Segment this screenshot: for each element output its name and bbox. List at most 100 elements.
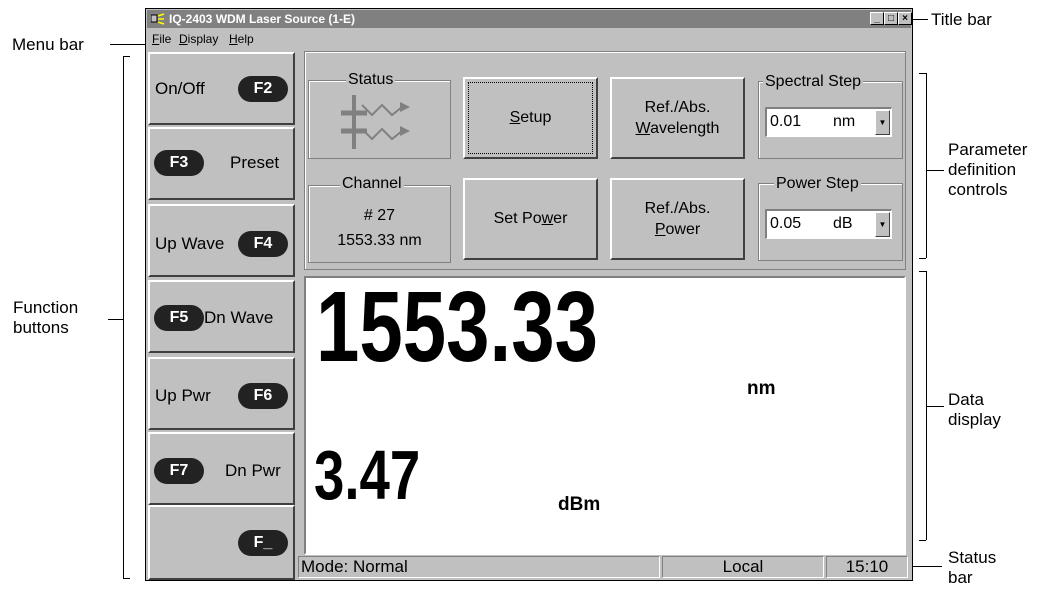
annotation-parameter-3: controls [948,180,1008,199]
f4-key-badge: F4 [238,231,288,257]
set-power-pre: Set Po [493,210,542,227]
annotation-data-1: Data [948,390,984,409]
annotation-line [926,406,944,407]
power-step-select[interactable]: 0.05 dB ▼ [765,209,892,239]
setup-mnemonic: S [509,109,521,126]
ref-abs-wavelength-button[interactable]: Ref./Abs. Wavelength [610,77,745,159]
wavelength-readout: 1553.33 [316,271,598,383]
annotation-bracket [123,56,130,57]
f2-key-badge: F2 [238,76,288,102]
f6-key-badge: F6 [238,383,288,409]
annotation-line [926,170,944,171]
chevron-down-icon[interactable]: ▼ [875,212,890,237]
power-step-value: 0.05 [770,215,802,232]
function-button-f6[interactable]: Up Pwr F6 [148,357,295,430]
function-label: On/Off [155,79,205,98]
menu-display[interactable]: Display [179,32,218,46]
menu-bar: File Display Help [147,29,911,49]
function-button-f3[interactable]: F3 Preset [148,127,295,200]
wavelength-mnemonic: W [635,120,651,137]
status-time: 15:10 [826,556,908,578]
menu-display-mnemonic: D [179,32,188,46]
set-power-button[interactable]: Set Power [463,178,598,260]
menu-display-rest: isplay [187,32,219,46]
function-label: Preset [230,153,280,172]
maximize-button[interactable]: □ [884,12,898,25]
power-step-label: Power Step [774,175,861,193]
status-mode: Mode: Normal [298,556,660,578]
ref-abs-power-button[interactable]: Ref./Abs. Power [610,178,745,260]
minimize-button[interactable]: _ [870,12,884,25]
annotation-data-2: display [948,410,1001,429]
f5-key-badge: F5 [154,305,204,331]
annotation-line [912,566,942,567]
annotation-status-1: Status [948,548,997,567]
app-icon [151,13,165,25]
spectral-step-select[interactable]: 0.01 nm ▼ [765,107,892,137]
function-label: Dn Wave [204,308,274,327]
f7-key-badge: F7 [154,458,204,484]
setup-label: Setup [465,108,596,128]
laser-output-icon [341,95,410,149]
setup-rest: etup [520,109,552,126]
set-power-rest: er [553,210,568,227]
function-label: Up Pwr [155,386,211,405]
channel-number: # 27 [363,207,396,224]
set-power-mnemonic: w [541,210,554,227]
menu-file[interactable]: File [152,32,171,46]
wavelength-label: Wavelength [612,119,743,139]
channel-wavelength: 1553.33 nm [337,232,422,249]
wavelength-unit: nm [747,378,776,399]
setup-button[interactable]: Setup [463,77,598,159]
function-button-f4[interactable]: Up Wave F4 [148,204,295,277]
function-label: Dn Pwr [225,461,281,480]
menu-file-rest: ile [159,32,172,46]
annotation-line [912,19,928,20]
ref-abs-label: Ref./Abs. [644,99,711,116]
power-label: Power [612,220,743,240]
maximize-icon: □ [887,13,895,24]
close-button[interactable]: × [898,12,912,25]
annotation-function-buttons-1: Function [13,298,79,317]
channel-label: Channel [340,175,404,193]
annotation-bracket [919,258,926,259]
annotation-parameter-1: Parameter [948,140,1028,159]
data-display: 1553.33 nm 3.47 dBm [304,272,906,555]
status-group-label: Status [346,71,396,89]
window-title: IQ-2403 WDM Laser Source (1-E) [169,12,356,26]
annotation-bracket [919,540,926,541]
spectral-step-label: Spectral Step [763,73,864,91]
power-step-unit: dB [833,215,853,232]
menu-help-mnemonic: H [229,32,238,46]
annotation-parameter-2: definition [948,160,1017,179]
menu-help[interactable]: Help [229,32,254,46]
minimize-icon: _ [874,13,880,24]
annotation-bracket [919,73,926,74]
power-mnemonic: P [654,221,666,238]
annotation-bracket [123,578,130,579]
menu-help-rest: elp [237,32,254,46]
function-button-f2[interactable]: On/Off F2 [148,52,295,125]
power-readout: 3.47 [314,436,421,514]
annotation-bracket [123,56,124,579]
f3-key-badge: F3 [154,150,204,176]
annotation-status-2: bar [948,568,973,587]
function-button-f5[interactable]: F5 Dn Wave [148,280,295,353]
power-unit: dBm [558,494,601,515]
app-window: IQ-2403 WDM Laser Source (1-E) _ □ × Fil… [145,8,913,581]
spectral-step-value: 0.01 [770,113,802,130]
title-bar[interactable]: IQ-2403 WDM Laser Source (1-E) _ □ × [147,10,912,28]
annotation-function-buttons-2: buttons [13,318,69,337]
annotation-line [110,44,146,45]
function-button-f7[interactable]: F7 Dn Pwr [148,432,295,505]
annotation-line [108,319,123,320]
set-power-label: Set Power [465,209,596,229]
f-blank-key-badge: F_ [238,530,288,556]
function-button-f-blank[interactable]: F_ [148,505,295,580]
chevron-down-icon[interactable]: ▼ [875,110,890,135]
ref-abs-label: Ref./Abs. [644,200,711,217]
annotation-bracket [926,73,927,258]
annotation-title-bar: Title bar [931,10,992,29]
close-icon: × [902,13,908,24]
annotation-menu-bar: Menu bar [12,35,84,54]
